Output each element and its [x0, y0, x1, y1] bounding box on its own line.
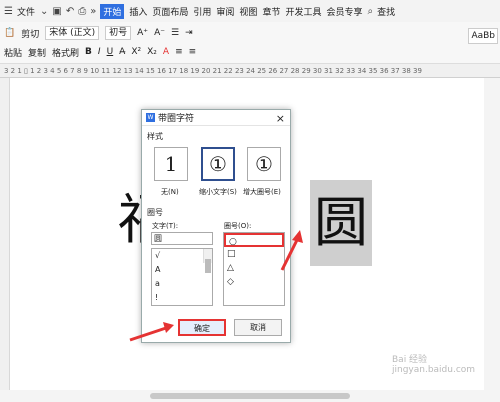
arrow-to-ok — [129, 322, 174, 342]
arrow-to-enclosure — [280, 230, 303, 271]
watermark: Bai 经验 jingyan.baidu.com — [392, 355, 476, 375]
annotation-arrows — [129, 230, 303, 342]
